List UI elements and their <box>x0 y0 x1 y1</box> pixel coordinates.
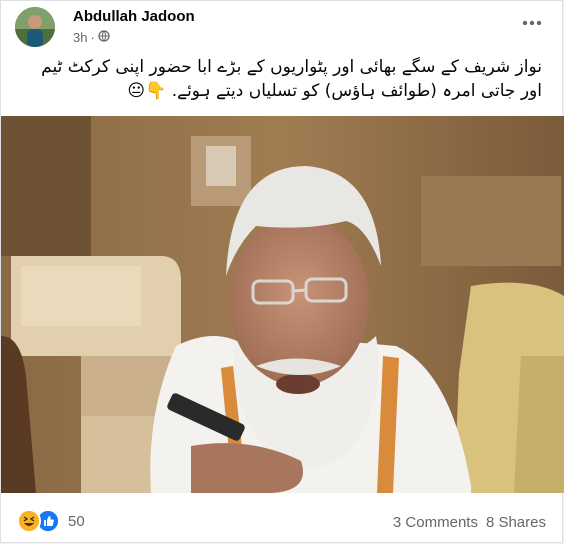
separator-dot: · <box>90 30 95 45</box>
post-card: Abdullah Jadoon 3h · نواز شریف کے سگے بھ… <box>0 0 564 544</box>
post-text: نواز شریف کے سگے بھائی اور پٹواریوں کے ب… <box>41 57 542 101</box>
post-footer: 50 3 Comments 8 Shares <box>1 493 564 544</box>
post-time[interactable]: 3h <box>73 30 87 45</box>
more-options-icon[interactable] <box>518 13 546 33</box>
haha-reaction-icon <box>17 509 41 533</box>
post-video-frame[interactable] <box>1 116 564 493</box>
comments-link[interactable]: 3 Comments <box>393 514 478 531</box>
engagement-stats: 3 Comments 8 Shares <box>393 514 546 531</box>
globe-icon <box>98 30 110 45</box>
avatar[interactable] <box>15 7 55 47</box>
post-meta: 3h · <box>73 30 110 45</box>
author-name[interactable]: Abdullah Jadoon <box>73 8 195 25</box>
reaction-count: 50 <box>68 512 85 530</box>
shares-link[interactable]: 8 Shares <box>486 514 546 531</box>
reaction-summary[interactable]: 50 <box>17 509 85 533</box>
